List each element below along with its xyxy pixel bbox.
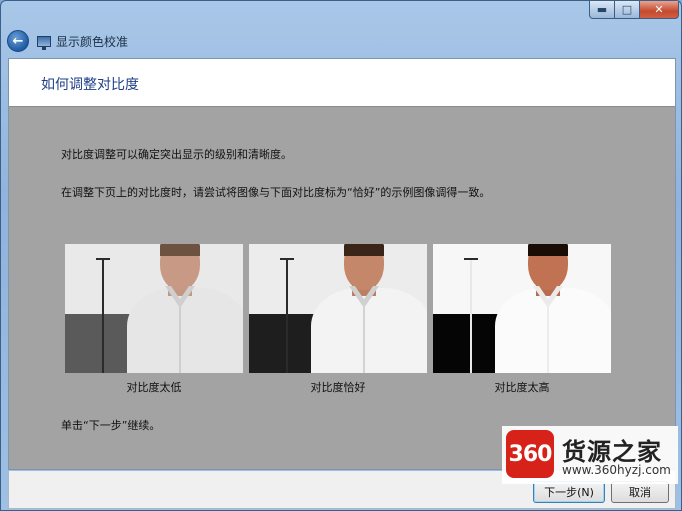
window-title: 显示颜色校准 [56,34,129,49]
monitor-icon [37,35,51,50]
window: ▬ □ ✕ ← 显示颜色校准 如何调整对比度 对比度调整可以确定突出显示的级别和… [0,0,682,511]
title-bar[interactable]: ▬ □ ✕ [1,1,681,25]
maximize-icon: □ [621,3,633,16]
header-band: 如何调整对比度 [9,59,675,107]
close-icon: ✕ [654,3,664,16]
sample-image-low-contrast [65,244,243,373]
minimize-button[interactable]: ▬ [589,1,615,19]
close-button[interactable]: ✕ [639,1,679,19]
content-area: 如何调整对比度 对比度调整可以确定突出显示的级别和清晰度。 在调整下页上的对比度… [8,58,676,470]
sample-image-good-contrast [249,244,427,373]
back-arrow-icon: ← [12,33,24,49]
caption-good-contrast: 对比度恰好 [310,381,366,394]
watermark-url: www.360hyzj.com [562,463,671,477]
next-button[interactable]: 下一步(N) [533,481,605,503]
caption-high-contrast: 对比度太高 [494,381,550,394]
intro-text: 对比度调整可以确定突出显示的级别和清晰度。 [61,148,292,161]
continue-note: 单击“下一步”继续。 [61,419,161,432]
caption-low-contrast: 对比度太低 [126,381,182,394]
page-title: 如何调整对比度 [41,77,139,93]
watermark-logo: 360 [506,430,554,478]
cancel-button[interactable]: 取消 [611,481,669,503]
sample-image-high-contrast [433,244,611,373]
back-button[interactable]: ← [7,30,29,52]
instruction-text: 在调整下页上的对比度时，请尝试将图像与下面对比度标为“恰好”的示例图像调得一致。 [61,186,491,199]
watermark-name: 货源之家 [562,438,662,466]
minimize-icon: ▬ [596,3,608,16]
watermark: 360 货源之家 www.360hyzj.com [502,426,678,484]
maximize-button[interactable]: □ [614,1,640,19]
nav-bar: ← 显示颜色校准 [5,27,679,55]
